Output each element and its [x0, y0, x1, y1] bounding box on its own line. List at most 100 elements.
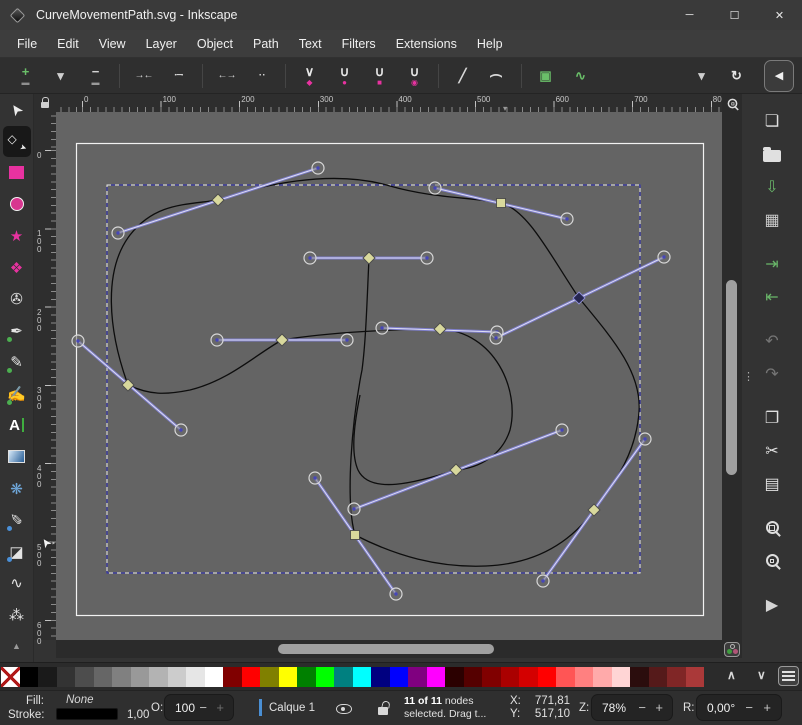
- insert-node-button[interactable]: +▬: [12, 61, 39, 91]
- layer-lock-icon[interactable]: [378, 707, 388, 715]
- delete-segment-button[interactable]: ∙ ∙: [248, 61, 275, 91]
- redo-button[interactable]: ↷: [755, 357, 789, 390]
- color-swatch[interactable]: [575, 667, 594, 687]
- tool-pen[interactable]: ✒: [3, 315, 31, 347]
- opacity-value[interactable]: 100: [175, 701, 195, 715]
- color-swatch[interactable]: [501, 667, 520, 687]
- menu-filters[interactable]: Filters: [332, 30, 386, 58]
- color-swatch[interactable]: [205, 667, 224, 687]
- zoom-drawing-button[interactable]: [755, 544, 789, 577]
- toolbox-overflow[interactable]: ▲: [3, 631, 31, 663]
- menu-view[interactable]: View: [89, 30, 136, 58]
- new-document-button[interactable]: ❏: [755, 104, 789, 137]
- menu-path[interactable]: Path: [243, 30, 289, 58]
- rotation-spinner[interactable]: 0,00° − +: [696, 694, 782, 721]
- node-smooth-button[interactable]: ∪●: [331, 61, 358, 91]
- tool-mesh[interactable]: ❋: [3, 473, 31, 505]
- color-managed-corner[interactable]: [722, 640, 742, 658]
- color-swatch[interactable]: [482, 667, 501, 687]
- close-button[interactable]: ✕: [757, 0, 802, 30]
- color-swatch[interactable]: [519, 667, 538, 687]
- tool-selector[interactable]: ➤: [3, 94, 31, 126]
- color-swatch[interactable]: [612, 667, 631, 687]
- color-swatch[interactable]: [390, 667, 409, 687]
- paste-button[interactable]: ▤: [755, 467, 789, 500]
- color-swatch[interactable]: [649, 667, 668, 687]
- snapping-toggle-button[interactable]: ↻: [723, 61, 750, 91]
- color-swatch[interactable]: [279, 667, 298, 687]
- tool-3dbox[interactable]: ❖: [3, 252, 31, 284]
- zoom-decrease-button[interactable]: −: [638, 700, 646, 715]
- vertical-scrollbar[interactable]: [722, 112, 742, 640]
- color-swatch[interactable]: [353, 667, 372, 687]
- tool-spray[interactable]: ⁂: [3, 599, 31, 631]
- vertical-scrollbar-thumb[interactable]: [726, 280, 737, 475]
- quick-zoom-corner[interactable]: [722, 94, 742, 112]
- color-swatch[interactable]: [316, 667, 335, 687]
- export-button[interactable]: ⇤: [755, 280, 789, 313]
- menu-file[interactable]: File: [7, 30, 47, 58]
- horizontal-scrollbar[interactable]: [56, 640, 722, 658]
- color-swatch[interactable]: [260, 667, 279, 687]
- tool-calligraphy[interactable]: ✍: [3, 378, 31, 410]
- color-swatch[interactable]: [223, 667, 242, 687]
- print-button[interactable]: ▦: [755, 203, 789, 236]
- color-swatch[interactable]: [149, 667, 168, 687]
- tool-dropper[interactable]: ✐: [3, 504, 31, 536]
- menu-text[interactable]: Text: [289, 30, 332, 58]
- stroke-width-value[interactable]: 1,00: [127, 709, 149, 721]
- save-document-button[interactable]: ⇩: [755, 170, 789, 203]
- node-symmetric-button[interactable]: ∪■: [366, 61, 393, 91]
- tool-tweak[interactable]: ∿: [3, 567, 31, 599]
- horizontal-scrollbar-thumb[interactable]: [278, 644, 494, 654]
- color-swatch[interactable]: [686, 667, 705, 687]
- color-swatch[interactable]: [297, 667, 316, 687]
- stroke-to-path-button[interactable]: ∿: [567, 61, 594, 91]
- color-swatch[interactable]: [464, 667, 483, 687]
- rotation-value[interactable]: 0,00°: [707, 701, 735, 715]
- color-swatch[interactable]: [408, 667, 427, 687]
- vertical-ruler[interactable]: 01 0 02 0 03 0 04 0 05 0 06 0 0‣: [34, 112, 56, 640]
- undo-button[interactable]: ↶: [755, 324, 789, 357]
- delete-node-button[interactable]: −▬: [82, 61, 109, 91]
- menu-help[interactable]: Help: [467, 30, 513, 58]
- join-nodes-button[interactable]: →←: [130, 61, 157, 91]
- zoom-value[interactable]: 78%: [602, 701, 626, 715]
- color-swatch[interactable]: [445, 667, 464, 687]
- menu-edit[interactable]: Edit: [47, 30, 89, 58]
- import-button[interactable]: ⇥: [755, 247, 789, 280]
- color-swatch[interactable]: [38, 667, 57, 687]
- palette-menu-button[interactable]: [778, 666, 799, 686]
- node-corner-button[interactable]: ∨◆: [296, 61, 323, 91]
- tool-node-editor[interactable]: ◇➤: [3, 126, 31, 158]
- color-swatch[interactable]: [538, 667, 557, 687]
- stroke-color-swatch[interactable]: [56, 708, 118, 720]
- minimize-button[interactable]: ─: [667, 0, 712, 30]
- segment-line-button[interactable]: ╱: [449, 61, 476, 91]
- canvas[interactable]: ➤: [56, 112, 722, 640]
- color-swatch[interactable]: [131, 667, 150, 687]
- color-swatch[interactable]: [168, 667, 187, 687]
- break-node-button[interactable]: ←→: [213, 61, 240, 91]
- lock-guides-icon[interactable]: [41, 102, 49, 108]
- object-to-path-button[interactable]: ▣: [532, 61, 559, 91]
- insert-node-menu-button[interactable]: ▾: [47, 61, 74, 91]
- tool-star[interactable]: ★: [3, 220, 31, 252]
- color-swatch[interactable]: [427, 667, 446, 687]
- panel-handle-icon[interactable]: ⋮: [743, 370, 754, 383]
- opacity-spinner[interactable]: 100 − +: [164, 694, 234, 721]
- layer-name[interactable]: Calque 1: [269, 702, 315, 714]
- color-swatch[interactable]: [334, 667, 353, 687]
- segment-curve-button[interactable]: (: [484, 61, 511, 91]
- collapse-snap-toolbar-button[interactable]: ◀: [764, 60, 794, 92]
- tool-pencil[interactable]: ✎: [3, 347, 31, 379]
- join-with-segment-button[interactable]: ∙−∙: [165, 61, 192, 91]
- color-swatch[interactable]: [75, 667, 94, 687]
- color-swatch[interactable]: [242, 667, 261, 687]
- zoom-spinner[interactable]: 78% − +: [591, 694, 673, 721]
- tool-rectangle[interactable]: [3, 157, 31, 189]
- zoom-increase-button[interactable]: +: [655, 700, 663, 715]
- color-swatch[interactable]: [20, 667, 39, 687]
- rotation-decrease-button[interactable]: −: [745, 700, 753, 715]
- ruler-corner[interactable]: [34, 94, 56, 112]
